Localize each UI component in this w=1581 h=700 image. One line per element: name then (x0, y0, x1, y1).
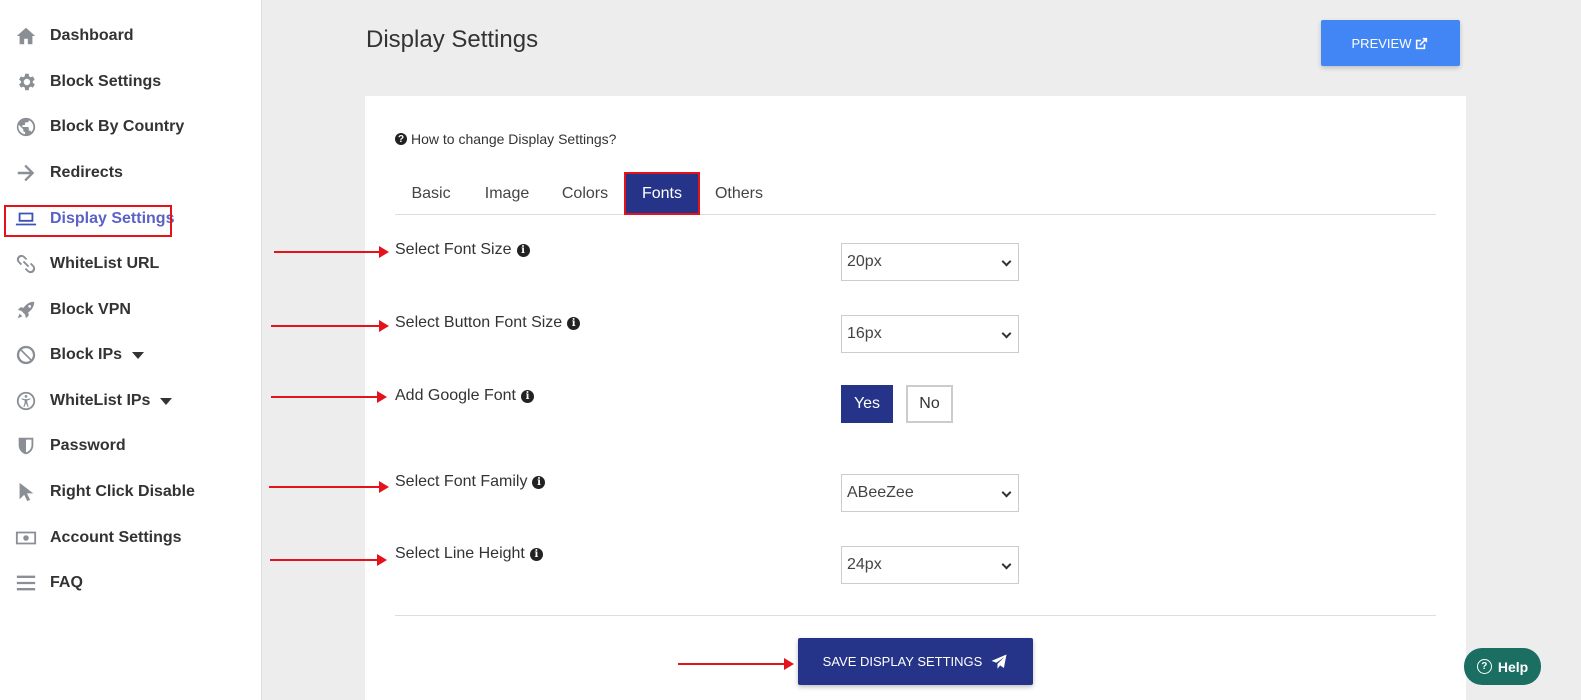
line-height-label-text: Select Line Height (395, 545, 525, 562)
accessibility-icon (14, 389, 38, 413)
sidebar-item-block-settings[interactable]: Block Settings (14, 68, 161, 96)
info-icon[interactable]: i (532, 475, 546, 489)
google-font-no-button[interactable]: No (906, 385, 953, 423)
sidebar-item-label: FAQ (50, 574, 83, 591)
info-icon[interactable]: i (529, 547, 543, 561)
sidebar-item-password[interactable]: Password (14, 432, 126, 460)
font-size-label: Select Font Size i (395, 241, 530, 259)
chevron-down-icon (1001, 256, 1012, 267)
home-icon (14, 24, 38, 48)
cursor-icon (14, 480, 38, 504)
sidebar-item-label: WhiteList URL (50, 255, 160, 272)
ban-icon (14, 343, 38, 367)
font-family-select[interactable]: ABeeZee (841, 474, 1019, 512)
annotation-arrow (271, 391, 387, 403)
button-font-size-label: Select Button Font Size i (395, 314, 581, 332)
line-height-value: 24px (847, 556, 882, 573)
settings-card: ? How to change Display Settings? Basic … (365, 96, 1466, 700)
button-font-size-label-text: Select Button Font Size (395, 314, 563, 331)
sidebar-item-redirects[interactable]: Redirects (14, 159, 123, 187)
help-link[interactable]: ? How to change Display Settings? (395, 131, 616, 147)
sidebar-item-label: Dashboard (50, 27, 134, 44)
font-family-label-text: Select Font Family (395, 473, 528, 490)
chevron-down-icon (1001, 487, 1012, 498)
help-link-text: How to change Display Settings? (411, 131, 617, 147)
annotation-arrow (269, 481, 389, 493)
caret-down-icon[interactable] (132, 351, 145, 359)
google-font-label-text: Add Google Font (395, 387, 516, 404)
globe-icon (14, 115, 38, 139)
external-link-icon (1416, 37, 1428, 49)
caret-down-icon[interactable] (160, 397, 173, 405)
sidebar-item-label: Block By Country (50, 118, 185, 135)
gear-icon (14, 70, 38, 94)
line-height-select[interactable]: 24px (841, 546, 1019, 584)
annotation-arrow (270, 554, 387, 566)
save-button-label: SAVE DISPLAY SETTINGS (822, 654, 983, 669)
chevron-down-icon (1001, 559, 1012, 570)
rocket-icon (14, 298, 38, 322)
font-size-label-text: Select Font Size (395, 241, 512, 258)
tab-others[interactable]: Others (707, 172, 771, 215)
help-widget-label: Help (1497, 658, 1529, 675)
sidebar-item-label: Right Click Disable (50, 483, 195, 500)
font-size-value: 20px (847, 253, 882, 270)
google-font-yes-button[interactable]: Yes (841, 385, 893, 423)
page-title: Display Settings (366, 26, 539, 53)
tab-colors[interactable]: Colors (550, 172, 620, 215)
sidebar-item-faq[interactable]: FAQ (14, 569, 83, 597)
divider (395, 615, 1436, 616)
sidebar-item-whitelist-url[interactable]: WhiteList URL (14, 250, 159, 278)
question-circle-icon: ? (1476, 659, 1492, 674)
sidebar-item-label: Account Settings (50, 529, 182, 546)
tab-bar: Basic Image Colors Fonts Others (395, 172, 1436, 215)
paper-plane-icon (991, 654, 1007, 669)
button-font-size-select[interactable]: 16px (841, 315, 1019, 353)
chevron-down-icon (1001, 328, 1012, 339)
bars-icon (14, 571, 38, 595)
annotation-arrow (271, 320, 389, 332)
button-font-size-value: 16px (847, 325, 882, 342)
font-family-label: Select Font Family i (395, 473, 546, 491)
sidebar: Dashboard Block Settings Block By Countr… (0, 0, 262, 700)
sidebar-item-whitelist-ips[interactable]: WhiteList IPs (14, 387, 173, 415)
annotation-arrow (274, 246, 389, 258)
sidebar-item-right-click-disable[interactable]: Right Click Disable (14, 478, 195, 506)
info-icon[interactable]: i (567, 316, 581, 330)
save-display-settings-button[interactable]: SAVE DISPLAY SETTINGS (798, 638, 1033, 685)
arrow-right-icon (14, 161, 38, 185)
line-height-label: Select Line Height i (395, 545, 543, 563)
tab-basic[interactable]: Basic (395, 172, 467, 215)
shield-icon (14, 434, 38, 458)
sidebar-item-label: Block Settings (50, 73, 162, 90)
sidebar-item-label: Redirects (50, 164, 123, 181)
sidebar-item-label: Password (50, 437, 126, 454)
sidebar-item-label: Block VPN (50, 301, 131, 318)
help-widget-button[interactable]: ? Help (1464, 648, 1541, 685)
tab-image[interactable]: Image (472, 172, 542, 215)
sidebar-item-label: WhiteList IPs (50, 392, 151, 409)
preview-button-label: PREVIEW (1351, 35, 1412, 51)
sidebar-item-account-settings[interactable]: Account Settings (14, 524, 182, 552)
sidebar-item-block-ips[interactable]: Block IPs (14, 341, 145, 369)
preview-button[interactable]: PREVIEW (1321, 20, 1460, 66)
google-font-label: Add Google Font i (395, 387, 534, 405)
info-icon[interactable]: i (516, 243, 530, 257)
sidebar-item-block-by-country[interactable]: Block By Country (14, 113, 184, 141)
font-family-value: ABeeZee (847, 484, 914, 501)
link-icon (14, 252, 38, 276)
font-size-select[interactable]: 20px (841, 243, 1019, 281)
annotation-arrow (678, 658, 794, 670)
question-circle-icon: ? (395, 133, 407, 145)
sidebar-item-label: Block IPs (50, 346, 123, 363)
info-icon[interactable]: i (520, 389, 534, 403)
annotation-highlight-box (4, 205, 172, 237)
tab-fonts[interactable]: Fonts (624, 172, 700, 215)
money-icon (14, 526, 38, 550)
sidebar-item-dashboard[interactable]: Dashboard (14, 22, 134, 50)
sidebar-item-block-vpn[interactable]: Block VPN (14, 296, 131, 324)
